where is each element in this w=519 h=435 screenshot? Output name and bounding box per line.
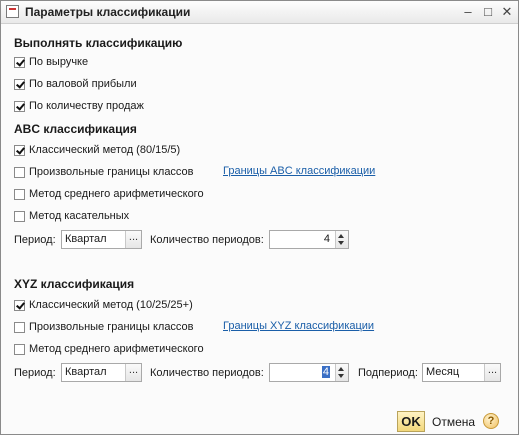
abc-custom-bounds[interactable]: Произвольные границы классов <box>14 164 194 180</box>
spin-down-icon[interactable] <box>338 374 344 378</box>
checkbox-by-gross-profit[interactable]: По валовой прибыли <box>14 76 137 92</box>
checkbox-icon[interactable] <box>14 210 25 222</box>
checkbox-by-revenue[interactable]: По выручке <box>14 54 88 70</box>
minimize-icon[interactable]: – <box>459 3 477 21</box>
checkbox-icon[interactable] <box>14 100 25 112</box>
maximize-icon[interactable]: □ <box>479 3 497 21</box>
spin-down-icon[interactable] <box>338 241 344 245</box>
checkbox-label: Произвольные границы классов <box>29 321 194 333</box>
abc-bounds-link[interactable]: Границы ABC классификации <box>223 165 375 177</box>
select-button[interactable]: ... <box>484 364 500 381</box>
checkbox-icon[interactable] <box>14 144 25 156</box>
abc-period-field[interactable]: Квартал ... <box>61 230 142 249</box>
checkbox-label: По выручке <box>29 56 89 68</box>
checkbox-label: По валовой прибыли <box>29 78 137 90</box>
field-value: Квартал <box>65 366 107 378</box>
xyz-bounds-link[interactable]: Границы XYZ классификации <box>223 320 374 332</box>
xyz-period-field[interactable]: Квартал ... <box>61 363 142 382</box>
abc-count-label: Количество периодов: <box>150 234 264 246</box>
checkbox-label: Произвольные границы классов <box>29 166 194 178</box>
classification-settings-dialog: Параметры классификации – □ ✕ Выполнять … <box>0 0 519 435</box>
field-value: Месяц <box>426 366 460 378</box>
xyz-custom-bounds[interactable]: Произвольные границы классов <box>14 319 194 335</box>
spin-buttons[interactable] <box>335 231 348 248</box>
classification-heading: Выполнять классификацию <box>14 36 183 50</box>
field-value: Квартал <box>65 233 107 245</box>
abc-period-label: Период: <box>14 234 56 246</box>
xyz-count-field[interactable]: 4 <box>269 363 349 382</box>
select-button[interactable]: ... <box>125 231 141 248</box>
abc-mean-method[interactable]: Метод среднего арифметического <box>14 186 204 202</box>
spin-up-icon[interactable] <box>338 234 344 238</box>
xyz-period-label: Период: <box>14 367 56 379</box>
checkbox-icon[interactable] <box>14 343 25 355</box>
checkbox-label: Метод среднего арифметического <box>29 343 204 355</box>
xyz-heading: XYZ классификация <box>14 277 135 291</box>
abc-classic-method[interactable]: Классический метод (80/15/5) <box>14 142 180 158</box>
xyz-subperiod-field[interactable]: Месяц ... <box>422 363 501 382</box>
close-icon[interactable]: ✕ <box>498 3 516 21</box>
checkbox-icon[interactable] <box>14 188 25 200</box>
checkbox-by-sales-count[interactable]: По количеству продаж <box>14 98 144 114</box>
xyz-subperiod-label: Подпериод: <box>358 367 418 379</box>
field-value: 4 <box>321 366 330 378</box>
select-button[interactable]: ... <box>125 364 141 381</box>
checkbox-label: Метод касательных <box>29 210 130 222</box>
checkbox-label: Метод среднего арифметического <box>29 188 204 200</box>
spin-buttons[interactable] <box>335 364 348 381</box>
spin-up-icon[interactable] <box>338 367 344 371</box>
field-value: 4 <box>323 233 330 245</box>
window-title: Параметры классификации <box>25 5 191 19</box>
xyz-count-label: Количество периодов: <box>150 367 264 379</box>
checkbox-icon[interactable] <box>14 299 25 311</box>
checkbox-label: Классический метод (80/15/5) <box>29 144 181 156</box>
abc-heading: ABC классификация <box>14 122 137 136</box>
checkbox-icon[interactable] <box>14 56 25 68</box>
checkbox-icon[interactable] <box>14 321 25 333</box>
checkbox-icon[interactable] <box>14 78 25 90</box>
xyz-classic-method[interactable]: Классический метод (10/25/25+) <box>14 297 193 313</box>
checkbox-icon[interactable] <box>14 166 25 178</box>
abc-count-field[interactable]: 4 <box>269 230 349 249</box>
checkbox-label: По количеству продаж <box>29 100 144 112</box>
checkbox-label: Классический метод (10/25/25+) <box>29 299 193 311</box>
abc-tangent-method[interactable]: Метод касательных <box>14 208 129 224</box>
help-icon[interactable]: ? <box>483 413 499 429</box>
title-bar: Параметры классификации – □ ✕ <box>1 1 518 24</box>
ok-button[interactable]: OK <box>397 411 425 432</box>
app-icon <box>6 5 19 18</box>
xyz-mean-method[interactable]: Метод среднего арифметического <box>14 341 204 357</box>
cancel-button[interactable]: Отмена <box>432 415 475 429</box>
